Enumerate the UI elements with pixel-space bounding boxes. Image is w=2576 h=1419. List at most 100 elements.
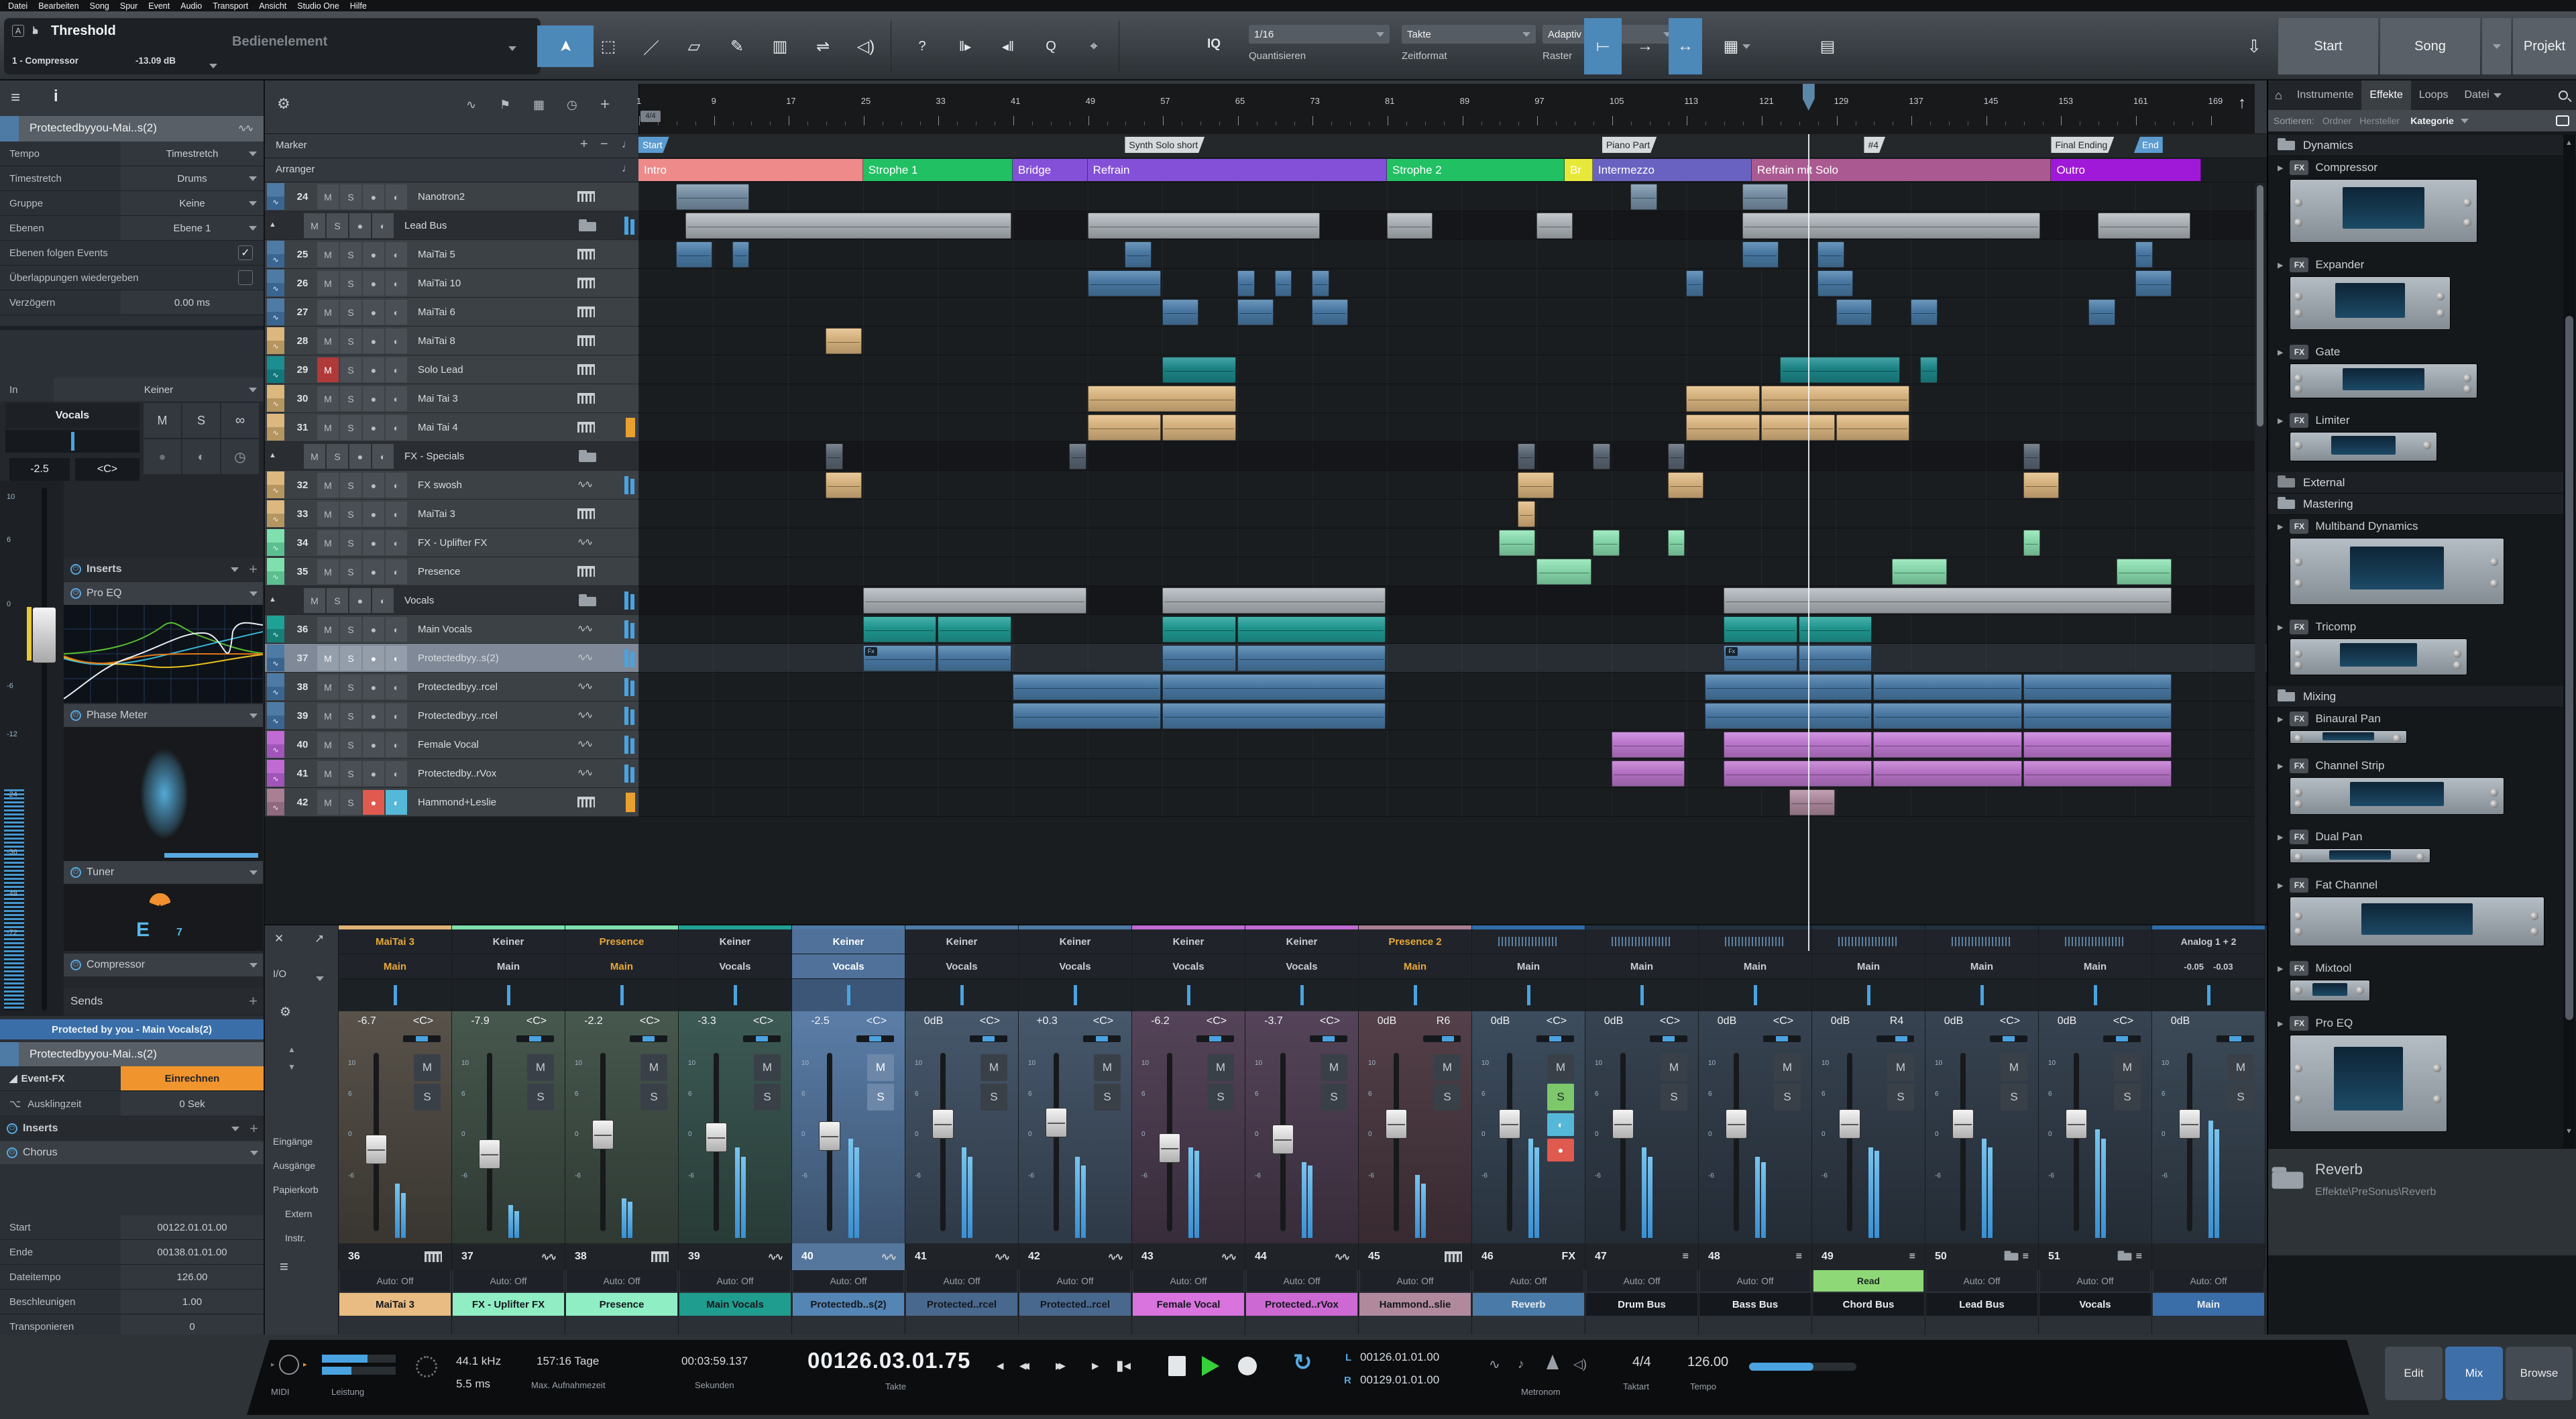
channel-input[interactable]: Presence 2 (1359, 929, 1471, 954)
track-lane-maitai-5[interactable] (638, 240, 2267, 269)
expand-arrow-icon[interactable]: ▶ (2278, 522, 2283, 531)
fader-slot[interactable] (1734, 1053, 1739, 1231)
channel-name[interactable]: Chord Bus (1813, 1293, 1924, 1316)
plugin-thumbnail-limiter[interactable] (2290, 432, 2437, 461)
clip[interactable] (1686, 414, 1760, 441)
browser-fx-dual-pan[interactable]: ▶ FX Dual Pan (2278, 826, 2559, 848)
plugin-thumbnail-fat-channel[interactable] (2290, 897, 2544, 946)
channel-pan-value[interactable]: <C> (962, 1015, 1018, 1027)
pan-slider[interactable] (1083, 1035, 1121, 1042)
remove-marker-icon[interactable]: − (600, 137, 608, 152)
channel-gain[interactable]: 0dB (905, 1015, 962, 1027)
pan-slider[interactable] (1650, 1035, 1687, 1042)
channel-input[interactable]: Presence (565, 929, 678, 954)
clip[interactable] (2023, 760, 2172, 787)
plugin-thumbnail-multiband-dynamics[interactable] (2290, 538, 2504, 605)
track-header-maitai-10[interactable]: ∿ 26 M S ● ◐ MaiTai 10 (265, 269, 638, 298)
channel-output[interactable]: Vocals (1245, 954, 1358, 979)
checkbox[interactable] (238, 270, 253, 285)
event-inserts-header[interactable]: ⏻ Inserts + (0, 1117, 264, 1140)
clip[interactable] (732, 241, 750, 268)
track-color-tab[interactable] (267, 327, 284, 341)
channel-name[interactable]: Protected..rcel (906, 1293, 1017, 1316)
clip[interactable] (1892, 559, 1947, 585)
clip[interactable] (2023, 472, 2060, 498)
channel-name[interactable]: Protected..rcel (1019, 1293, 1131, 1316)
mixer-channel-hammond-slie[interactable]: Presence 2 Main 0dB R6 10 6 0 -6 M S 45 Auto: Off Ha… (1359, 925, 1472, 1336)
clip[interactable] (1724, 616, 1797, 642)
clip[interactable] (1817, 270, 1854, 296)
tab-datei[interactable]: Datei (2456, 80, 2509, 110)
menu-item-hilfe[interactable]: Hilfe (345, 1, 372, 11)
automation-mode[interactable]: Auto: Off (2153, 1270, 2263, 1292)
track-color-tab-auto[interactable]: ∿ (267, 514, 284, 527)
fader-slot[interactable] (1054, 1053, 1059, 1231)
fader-cap[interactable] (592, 1119, 614, 1149)
fader-cap[interactable] (1159, 1133, 1180, 1163)
record-arm-button[interactable]: ● (363, 646, 384, 671)
channel-gain[interactable]: 0dB (1699, 1015, 1755, 1027)
channel-gain[interactable]: -3.3 (679, 1015, 735, 1027)
folder-expand-icon[interactable]: ▲ (269, 221, 276, 229)
mixer-wrench-icon[interactable]: ⚙ (280, 1005, 291, 1020)
clip[interactable] (862, 587, 1086, 614)
fader-cap[interactable] (366, 1135, 387, 1165)
plugin-thumbnail-tricomp[interactable] (2290, 638, 2467, 675)
clip[interactable] (1274, 270, 1292, 296)
track-lane-protectedbyy-s-2-[interactable]: Fx Fx (638, 644, 2267, 673)
edit-button[interactable]: Edit (2385, 1347, 2443, 1400)
channel-name[interactable]: Lead Bus (1926, 1293, 2037, 1316)
fader-cap[interactable] (1046, 1108, 1067, 1138)
sort-kategorie[interactable]: Kategorie (2400, 115, 2454, 126)
info-icon[interactable]: i (54, 87, 58, 106)
clip[interactable] (862, 616, 937, 642)
parameter-value[interactable]: -13.09 dB (135, 56, 176, 66)
channel-gain[interactable]: 0dB (1925, 1015, 1982, 1027)
record-arm-button[interactable]: ● (363, 617, 384, 642)
pan-slider[interactable] (970, 1035, 1007, 1042)
channel-pan-value[interactable]: <C> (395, 1015, 451, 1027)
quantize-rec-icon[interactable]: ♪ (1518, 1357, 1524, 1372)
clip[interactable] (1686, 270, 1704, 296)
clip[interactable] (1536, 559, 1591, 585)
solo-button[interactable]: S (340, 386, 361, 411)
clip[interactable] (2117, 559, 2172, 585)
record-arm-button[interactable]: ● (363, 300, 384, 325)
channel-name[interactable]: Vocals (2039, 1293, 2151, 1316)
sort-ordner[interactable]: Ordner (2314, 115, 2352, 126)
channel-name[interactable]: Hammond..slie (1359, 1293, 1471, 1316)
browser-scroll-down[interactable]: ▼ (2565, 1127, 2573, 1135)
mute-button[interactable]: M (527, 1054, 554, 1081)
channel-input[interactable] (2039, 929, 2151, 954)
pan-slider[interactable] (743, 1035, 781, 1042)
clip[interactable] (1761, 386, 1910, 412)
menu-item-audio[interactable]: Audio (175, 1, 207, 11)
automation-icon[interactable]: A (12, 25, 24, 37)
track-header-presence[interactable]: ∿ 35 M S ● ◐ Presence (265, 557, 638, 586)
track-lane-protectedbyy-rcel[interactable] (638, 701, 2267, 730)
automation-mode[interactable]: Auto: Off (793, 1270, 903, 1292)
channel-pan-value[interactable]: <C> (2095, 1015, 2151, 1027)
channel-input[interactable]: MaiTai 3 (339, 929, 451, 954)
pan-slider[interactable] (1990, 1035, 2027, 1042)
solo-button[interactable]: S (1887, 1084, 1914, 1111)
track-header-female-vocal[interactable]: ∿ 40 M S ● ◐ Female Vocal ∿∿ (265, 730, 638, 759)
channel-input[interactable]: Keiner (1245, 929, 1358, 954)
clip[interactable] (1536, 213, 1573, 239)
pan-thumb[interactable] (756, 1036, 768, 1041)
section-bridge[interactable]: Bridge (1013, 159, 1088, 181)
channel-gain[interactable]: +0.3 (1019, 1015, 1075, 1027)
channel-name[interactable]: Protectedb..s(2) (793, 1293, 904, 1316)
track-header-lead-bus[interactable]: ▲ M S ● ◐ Lead Bus (265, 211, 638, 240)
tab-loops[interactable]: Loops (2411, 80, 2457, 110)
automation-mode[interactable]: Auto: Off (2040, 1270, 2150, 1292)
v-scrollbar[interactable] (2255, 182, 2265, 951)
mute-button[interactable]: M (2227, 1054, 2254, 1081)
track-color-tab[interactable] (267, 298, 284, 312)
track-lane-maitai-3[interactable] (638, 500, 2267, 528)
solo-button[interactable]: S (1321, 1084, 1347, 1111)
pan-slider[interactable] (1536, 1035, 1574, 1042)
mute-button[interactable]: M (304, 588, 325, 613)
channel-output[interactable]: Vocals (1019, 954, 1131, 979)
clip[interactable] (938, 616, 1011, 642)
